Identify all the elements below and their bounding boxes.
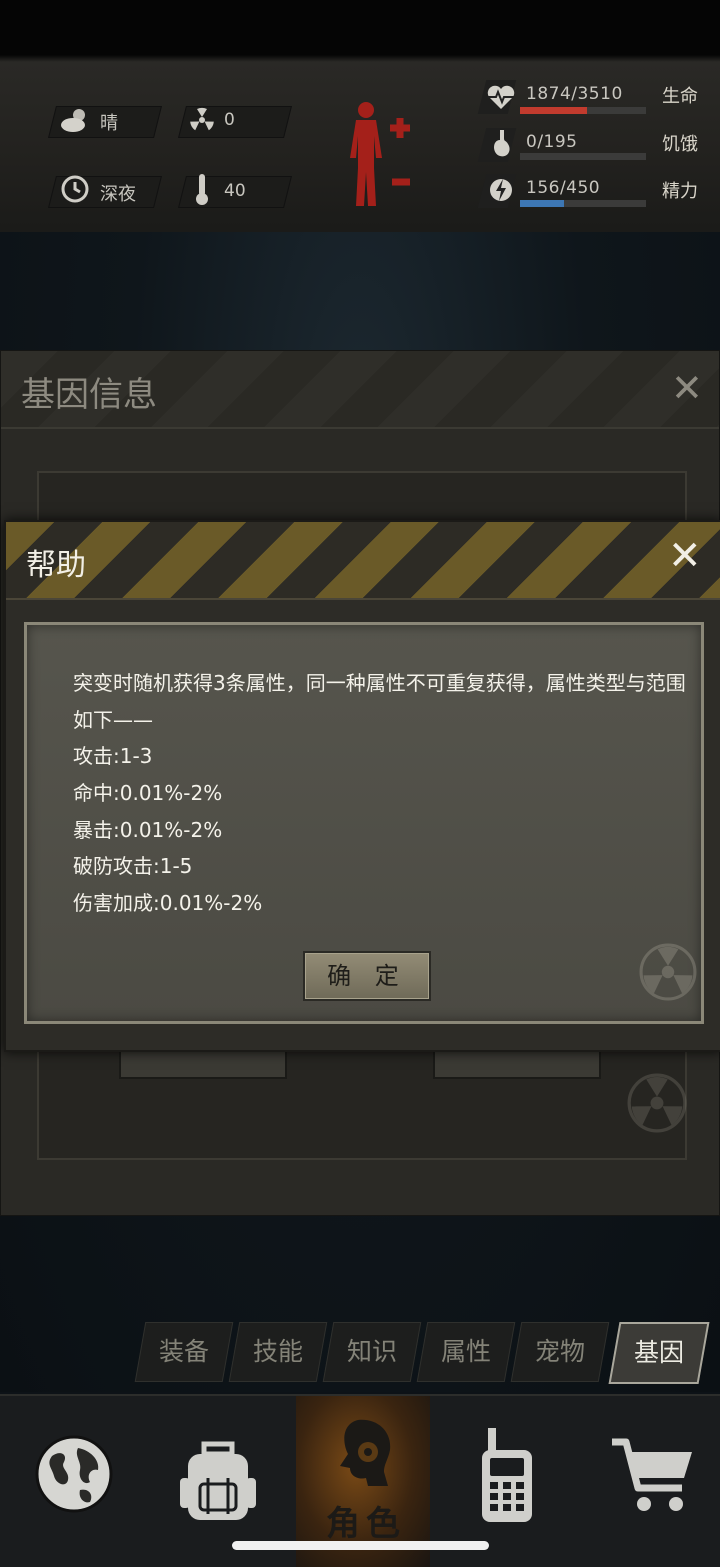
life-value: 1874/3510: [526, 84, 623, 104]
help-text-line: 伤害加成:0.01%-2%: [73, 891, 263, 915]
nav-shop[interactable]: [580, 1396, 720, 1567]
walkie-talkie-icon: [476, 1426, 538, 1530]
tab-label: 装备: [158, 1337, 209, 1366]
energy-value: 156/450: [526, 178, 601, 198]
energy-label: 精力: [662, 181, 698, 202]
tab-equipment[interactable]: 装备: [134, 1322, 234, 1382]
help-dialog: 帮助 ✕ 突变时随机获得3条属性，同一种属性不可重复获得，属性类型与范围 如下—…: [4, 520, 720, 1052]
hunger-label: 饥饿: [662, 134, 698, 155]
help-text-line: 破防攻击:1-5: [73, 854, 193, 878]
tab-label: 基因: [633, 1338, 684, 1367]
tab-skills[interactable]: 技能: [228, 1322, 328, 1382]
time-of-day-label: 深夜: [100, 184, 136, 205]
character-tab-strip: 装备 技能 知识 属性 宠物 基因: [130, 1322, 710, 1384]
globe-icon: [34, 1434, 114, 1518]
tab-label: 技能: [252, 1337, 303, 1366]
help-dialog-body: 突变时随机获得3条属性，同一种属性不可重复获得，属性类型与范围 如下—— 攻击:…: [24, 622, 704, 1024]
nav-world[interactable]: [0, 1396, 140, 1567]
life-label: 生命: [662, 86, 698, 107]
help-text-line: 暴击:0.01%-2%: [73, 818, 223, 842]
backpack-icon: [178, 1434, 258, 1528]
stomach-icon: [490, 128, 514, 164]
help-text-line: 攻击:1-3: [73, 744, 153, 768]
help-dialog-title: 帮助: [26, 548, 86, 583]
status-bar: 晴 0 深夜 40 1874/3510 生命 0/195 饥饿 156/450 …: [0, 0, 720, 234]
weather-label: 晴: [100, 113, 118, 134]
hunger-bar: [520, 153, 646, 160]
energy-bar: [520, 200, 646, 207]
energy-icon: [488, 174, 514, 210]
radiation-watermark-icon: [627, 1073, 687, 1137]
radiation-value: 0: [224, 110, 235, 130]
character-head-icon: [328, 1416, 398, 1504]
gene-panel-header: 基因信息 ✕: [1, 351, 719, 429]
energy-bar-fill: [520, 200, 564, 207]
help-dialog-header: 帮助 ✕: [6, 522, 720, 600]
help-text-line: 命中:0.01%-2%: [73, 781, 223, 805]
tab-label: 知识: [346, 1337, 397, 1366]
human-body-plus-minus-icon[interactable]: [346, 100, 418, 216]
tab-label: 属性: [440, 1337, 491, 1366]
confirm-button[interactable]: 确 定: [303, 951, 431, 1001]
radiation-icon: [188, 106, 216, 138]
home-indicator[interactable]: [232, 1541, 489, 1550]
tab-label: 宠物: [534, 1337, 585, 1366]
life-bar: [520, 107, 646, 114]
gene-panel-title: 基因信息: [21, 375, 157, 415]
shopping-cart-icon: [610, 1436, 696, 1520]
close-icon[interactable]: ✕: [671, 369, 703, 407]
heart-pulse-icon: [486, 84, 516, 114]
radiation-watermark-icon: [639, 943, 697, 1005]
help-text-line: 突变时随机获得3条属性，同一种属性不可重复获得，属性类型与范围: [73, 671, 686, 695]
close-icon[interactable]: ✕: [668, 536, 702, 576]
tab-attributes[interactable]: 属性: [416, 1322, 516, 1382]
tab-knowledge[interactable]: 知识: [322, 1322, 422, 1382]
tab-pets[interactable]: 宠物: [510, 1322, 610, 1382]
clock-icon: [60, 174, 90, 208]
hunger-value: 0/195: [526, 132, 578, 152]
temperature-value: 40: [224, 181, 246, 201]
thermometer-icon: [194, 172, 210, 210]
tab-genes[interactable]: 基因: [608, 1322, 710, 1384]
help-text-line: 如下——: [73, 708, 153, 732]
life-bar-fill: [520, 107, 588, 114]
nav-character-label: 角色: [326, 1504, 406, 1544]
cloud-sun-icon: [60, 106, 90, 138]
